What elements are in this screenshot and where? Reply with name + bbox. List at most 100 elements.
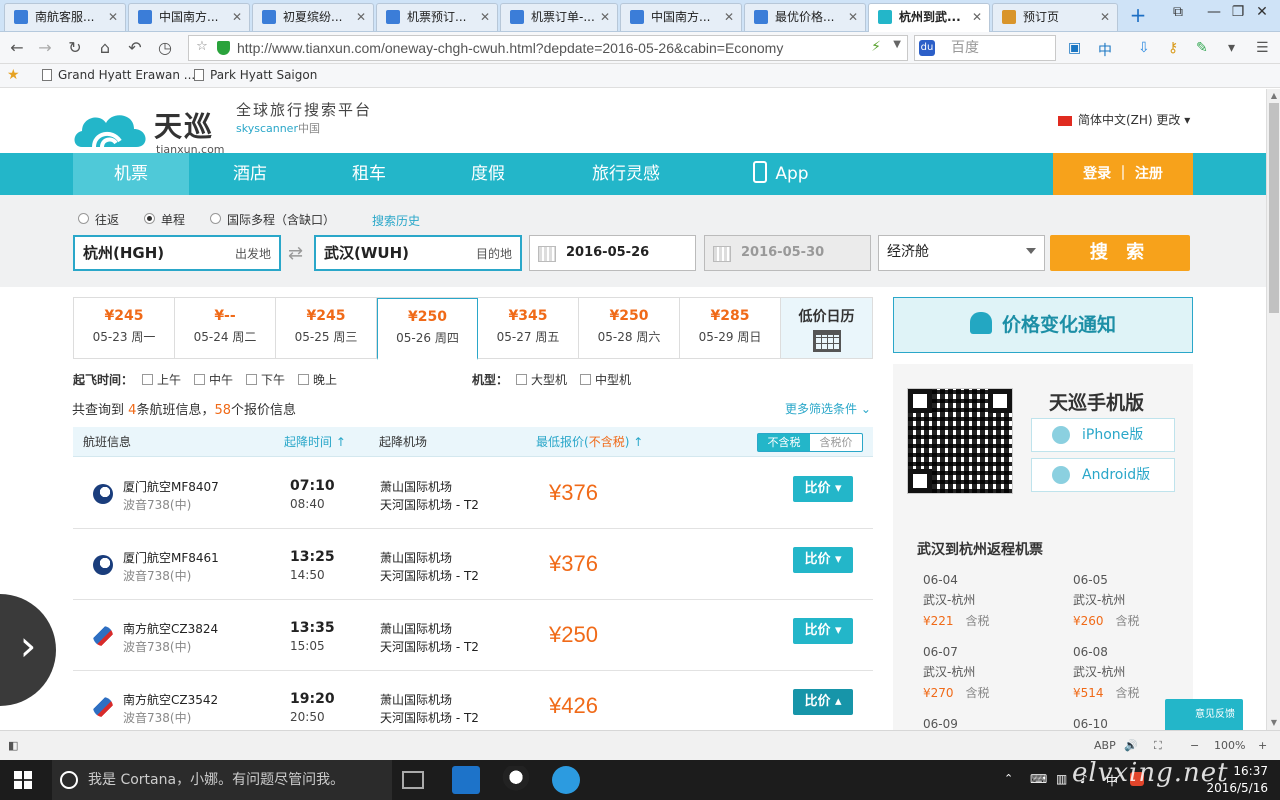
zoom-level[interactable]: 100% [1214,739,1245,752]
menu-icon[interactable]: ☰ [1256,40,1269,56]
tax-excluded-option[interactable]: 不含税 [758,434,810,451]
swap-icon[interactable]: ⇄ [288,243,303,264]
close-icon[interactable]: ✕ [724,4,734,30]
browser-tab[interactable]: 中国南方... ✕ [128,3,250,31]
filter-morning[interactable]: 上午 [142,371,181,388]
compare-price-button[interactable]: 比价 ▾ [793,618,853,644]
forward-icon[interactable]: → [34,38,56,58]
speaker-icon[interactable]: 🔊 [1124,739,1138,752]
zoom-out-icon[interactable]: − [1190,739,1199,752]
task-view-icon[interactable] [402,771,424,789]
nav-flights[interactable]: 机票 [73,153,189,195]
bookmark-item[interactable]: Park Hyatt Saigon [192,64,317,86]
date-cell[interactable]: ¥245 05-23 周一 [74,298,175,358]
cabin-select[interactable]: 经济舱 [878,235,1045,271]
return-item[interactable]: 06-05 武汉-杭州 ¥260 含税 [1073,573,1203,641]
page-scrollbar[interactable]: ▲ ▼ [1266,89,1280,730]
fullscreen-icon[interactable]: ⛶ [1154,739,1162,753]
extension-icon[interactable]: ▣ [1068,40,1081,56]
close-icon[interactable]: ✕ [600,4,610,30]
browser-tab[interactable]: 机票预订... ✕ [376,3,498,31]
flight-row[interactable]: 厦门航空MF8461 波音738(中) 13:25 14:50 萧山国际机场 天… [73,529,873,600]
filter-large-aircraft[interactable]: 大型机 [516,371,567,388]
nav-inspiration[interactable]: 旅行灵感 [548,153,704,195]
reload-icon[interactable]: ↻ [64,38,86,58]
scroll-down-icon[interactable]: ▼ [1267,716,1280,730]
close-icon[interactable]: ✕ [480,4,490,30]
from-city-input[interactable]: 杭州(HGH) 出发地 [73,235,281,271]
download-icon[interactable]: ⇩ [1138,40,1150,56]
close-icon[interactable]: ✕ [232,4,242,30]
close-icon[interactable]: ✕ [972,4,982,30]
nav-car-rental[interactable]: 租车 [310,153,428,195]
close-icon[interactable]: ✕ [1100,4,1110,30]
tax-included-option[interactable]: 含税价 [810,434,862,451]
cortana-search[interactable]: 我是 Cortana，小娜。有问题尽管问我。 [52,760,392,800]
nav-hotels[interactable]: 酒店 [190,153,310,195]
date-cell[interactable]: ¥250 05-28 周六 [579,298,680,358]
flight-row[interactable]: 南方航空CZ3542 波音738(中) 19:20 20:50 萧山国际机场 天… [73,671,873,730]
trip-multicity[interactable]: 国际多程（含缺口） [210,211,335,228]
browser-tab[interactable]: 预订页 ✕ [992,3,1118,31]
qq-icon[interactable] [502,766,530,794]
browser-tab[interactable]: 最优价格... ✕ [744,3,866,31]
low-price-calendar-button[interactable]: 低价日历 [781,298,872,358]
language-selector[interactable]: 简体中文(ZH) 更改 ▾ [1058,111,1190,128]
key-icon[interactable]: ⚷ [1168,40,1178,56]
flight-row[interactable]: 南方航空CZ3824 波音738(中) 13:35 15:05 萧山国际机场 天… [73,600,873,671]
new-tab-button[interactable]: + [1124,4,1152,28]
search-box[interactable]: du 百度 [914,35,1056,61]
return-date-input[interactable]: 2016-05-30 [704,235,871,271]
nav-holidays[interactable]: 度假 [428,153,548,195]
filter-noon[interactable]: 中午 [194,371,233,388]
tax-toggle[interactable]: 不含税 含税价 [757,433,863,452]
lightning-icon[interactable]: ⚡ [871,39,881,55]
search-button[interactable]: 搜 索 [1050,235,1190,271]
feedback-button[interactable]: 意见反馈 [1165,699,1243,730]
compare-price-button[interactable]: 比价 ▴ [793,689,853,715]
trip-oneway[interactable]: 单程 [144,211,185,228]
keyboard-icon[interactable]: ⌨ [1030,772,1047,786]
site-logo[interactable]: 天巡 tianxun.com [72,99,232,156]
to-city-input[interactable]: 武汉(WUH) 目的地 [314,235,522,271]
filter-medium-aircraft[interactable]: 中型机 [580,371,631,388]
filter-evening[interactable]: 晚上 [298,371,337,388]
maxthon-browser-icon[interactable] [452,766,480,794]
translate-icon[interactable]: 中 [1098,40,1112,60]
date-cell-selected[interactable]: ¥250 05-26 周四 [377,298,478,360]
close-icon[interactable]: ✕ [356,4,366,30]
col-time-sort[interactable]: 起降时间 ↑ [284,427,346,457]
chevron-down-icon[interactable]: ▾ [1228,40,1235,56]
depart-date-input[interactable]: 2016-05-26 [529,235,696,271]
iphone-app-button[interactable]: iPhone版 [1031,418,1175,452]
close-window-button[interactable]: ✕ [1244,2,1280,24]
col-price-sort[interactable]: 最低报价(不含税) ↑ [536,427,643,457]
address-bar[interactable]: ☆ http://www.tianxun.com/oneway-chgh-cwu… [188,35,908,61]
tool-icon[interactable]: ✎ [1196,40,1208,56]
date-cell[interactable]: ¥-- 05-24 周二 [175,298,276,358]
browser-tab-active[interactable]: 杭州到武... ✕ [868,3,990,32]
date-cell[interactable]: ¥245 05-25 周三 [276,298,377,358]
chevron-right-icon[interactable]: › [0,594,56,706]
star-icon[interactable]: ★ [7,67,20,83]
star-icon[interactable]: ☆ [193,39,211,57]
back-icon[interactable]: ← [6,38,28,58]
tab-list-icon[interactable]: ⧉ [1160,2,1196,24]
adblock-icon[interactable]: ABP [1094,739,1116,752]
compare-price-button[interactable]: 比价 ▾ [793,547,853,573]
baidu-app-icon[interactable] [552,766,580,794]
sidebar-toggle-icon[interactable]: ◧ [8,739,18,752]
browser-tab[interactable]: 中国南方... ✕ [620,3,742,31]
price-alert-button[interactable]: 价格变化通知 [893,297,1193,353]
network-icon[interactable]: ▥ [1056,772,1067,786]
browser-tab[interactable]: 南航客服... ✕ [4,3,126,31]
search-placeholder[interactable]: 百度 [951,36,979,60]
return-item[interactable]: 06-07 武汉-杭州 ¥270 含税 [923,645,1053,713]
url-text[interactable]: http://www.tianxun.com/oneway-chgh-cwuh.… [237,36,783,60]
trip-roundtrip[interactable]: 往返 [78,211,119,228]
date-cell[interactable]: ¥285 05-29 周日 [680,298,781,358]
return-item[interactable]: 06-09 [923,717,1053,730]
return-item[interactable]: 06-04 武汉-杭州 ¥221 含税 [923,573,1053,641]
more-filters-link[interactable]: 更多筛选条件 ⌄ [785,400,871,417]
scroll-up-icon[interactable]: ▲ [1267,89,1280,103]
